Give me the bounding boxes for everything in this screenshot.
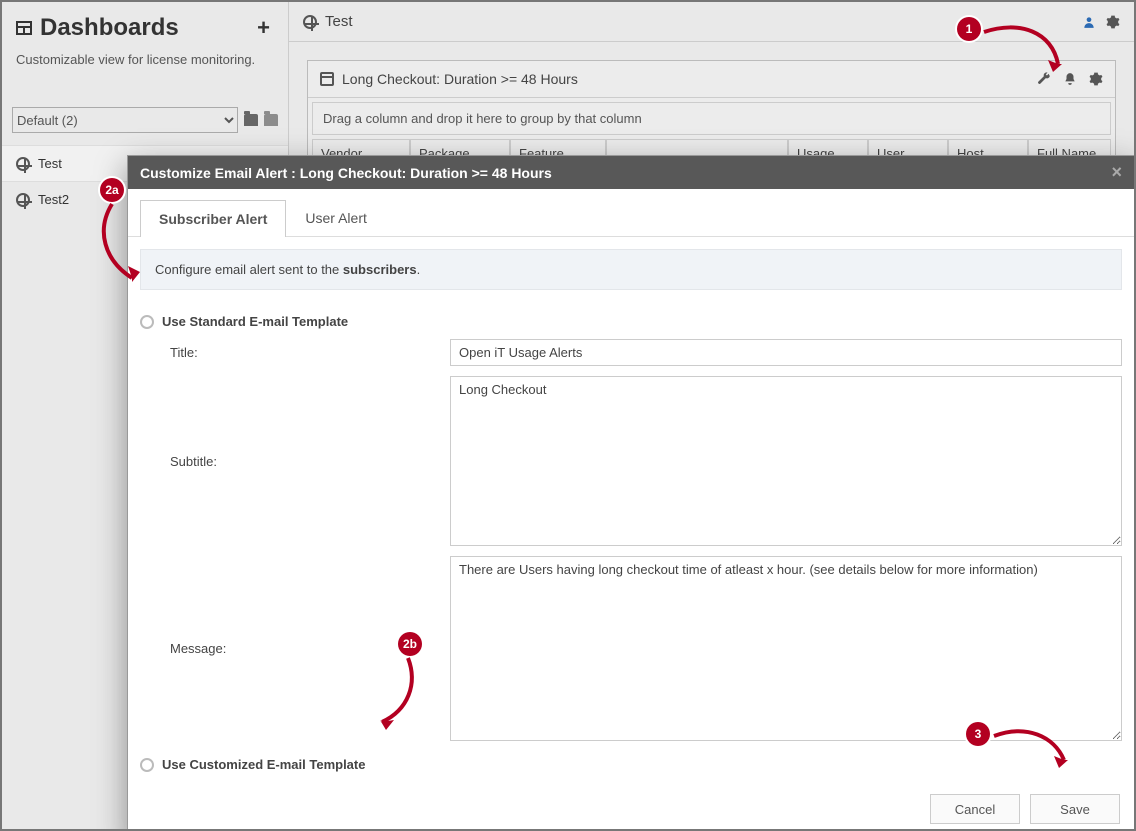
- title-field[interactable]: [450, 339, 1122, 366]
- subtitle-field[interactable]: [450, 376, 1122, 546]
- radio-label: Use Standard E-mail Template: [162, 314, 348, 329]
- radio-label: Use Customized E-mail Template: [162, 757, 365, 772]
- dashboard-select[interactable]: Default (2): [12, 107, 238, 133]
- cancel-button[interactable]: Cancel: [930, 794, 1020, 824]
- annotation-step-3: 3: [966, 722, 990, 746]
- tab-user-alert[interactable]: User Alert: [286, 199, 385, 236]
- tab-description: Configure email alert sent to the subscr…: [140, 249, 1122, 290]
- annotation-step-2b: 2b: [398, 632, 422, 656]
- gear-icon[interactable]: [1106, 15, 1120, 29]
- globe-icon: [16, 193, 30, 207]
- modal-title: Customize Email Alert : Long Checkout: D…: [140, 165, 552, 181]
- folder-open-icon[interactable]: [244, 114, 258, 126]
- sidebar-item-label: Test: [38, 156, 62, 171]
- calendar-icon: [320, 72, 334, 86]
- radio-icon: [140, 315, 154, 329]
- user-icon[interactable]: [1082, 15, 1096, 29]
- bell-icon[interactable]: [1063, 72, 1077, 86]
- annotation-step-1: 1: [957, 17, 981, 41]
- sidebar-item-label: Test2: [38, 192, 69, 207]
- panel-title: Long Checkout: Duration >= 48 Hours: [342, 71, 1029, 87]
- folder-icon[interactable]: [264, 114, 278, 126]
- annotation-step-2a: 2a: [100, 178, 124, 202]
- dashboards-icon: [16, 21, 32, 35]
- sidebar-subtitle: Customizable view for license monitoring…: [2, 48, 288, 107]
- radio-standard-template[interactable]: Use Standard E-mail Template: [140, 308, 1122, 335]
- gear-icon[interactable]: [1089, 72, 1103, 86]
- add-dashboard-button[interactable]: +: [257, 15, 274, 41]
- radio-icon: [140, 758, 154, 772]
- globe-icon: [303, 15, 317, 29]
- label-subtitle: Subtitle:: [170, 376, 440, 546]
- sidebar-title: Dashboards: [40, 14, 257, 42]
- wrench-icon[interactable]: [1037, 72, 1051, 86]
- label-title: Title:: [170, 339, 440, 366]
- tab-subscriber-alert[interactable]: Subscriber Alert: [140, 200, 286, 237]
- close-icon[interactable]: ×: [1111, 162, 1122, 183]
- message-field[interactable]: [450, 556, 1122, 741]
- globe-icon: [16, 157, 30, 171]
- save-button[interactable]: Save: [1030, 794, 1120, 824]
- radio-custom-template[interactable]: Use Customized E-mail Template: [140, 751, 1122, 778]
- group-drop-zone[interactable]: Drag a column and drop it here to group …: [312, 102, 1111, 135]
